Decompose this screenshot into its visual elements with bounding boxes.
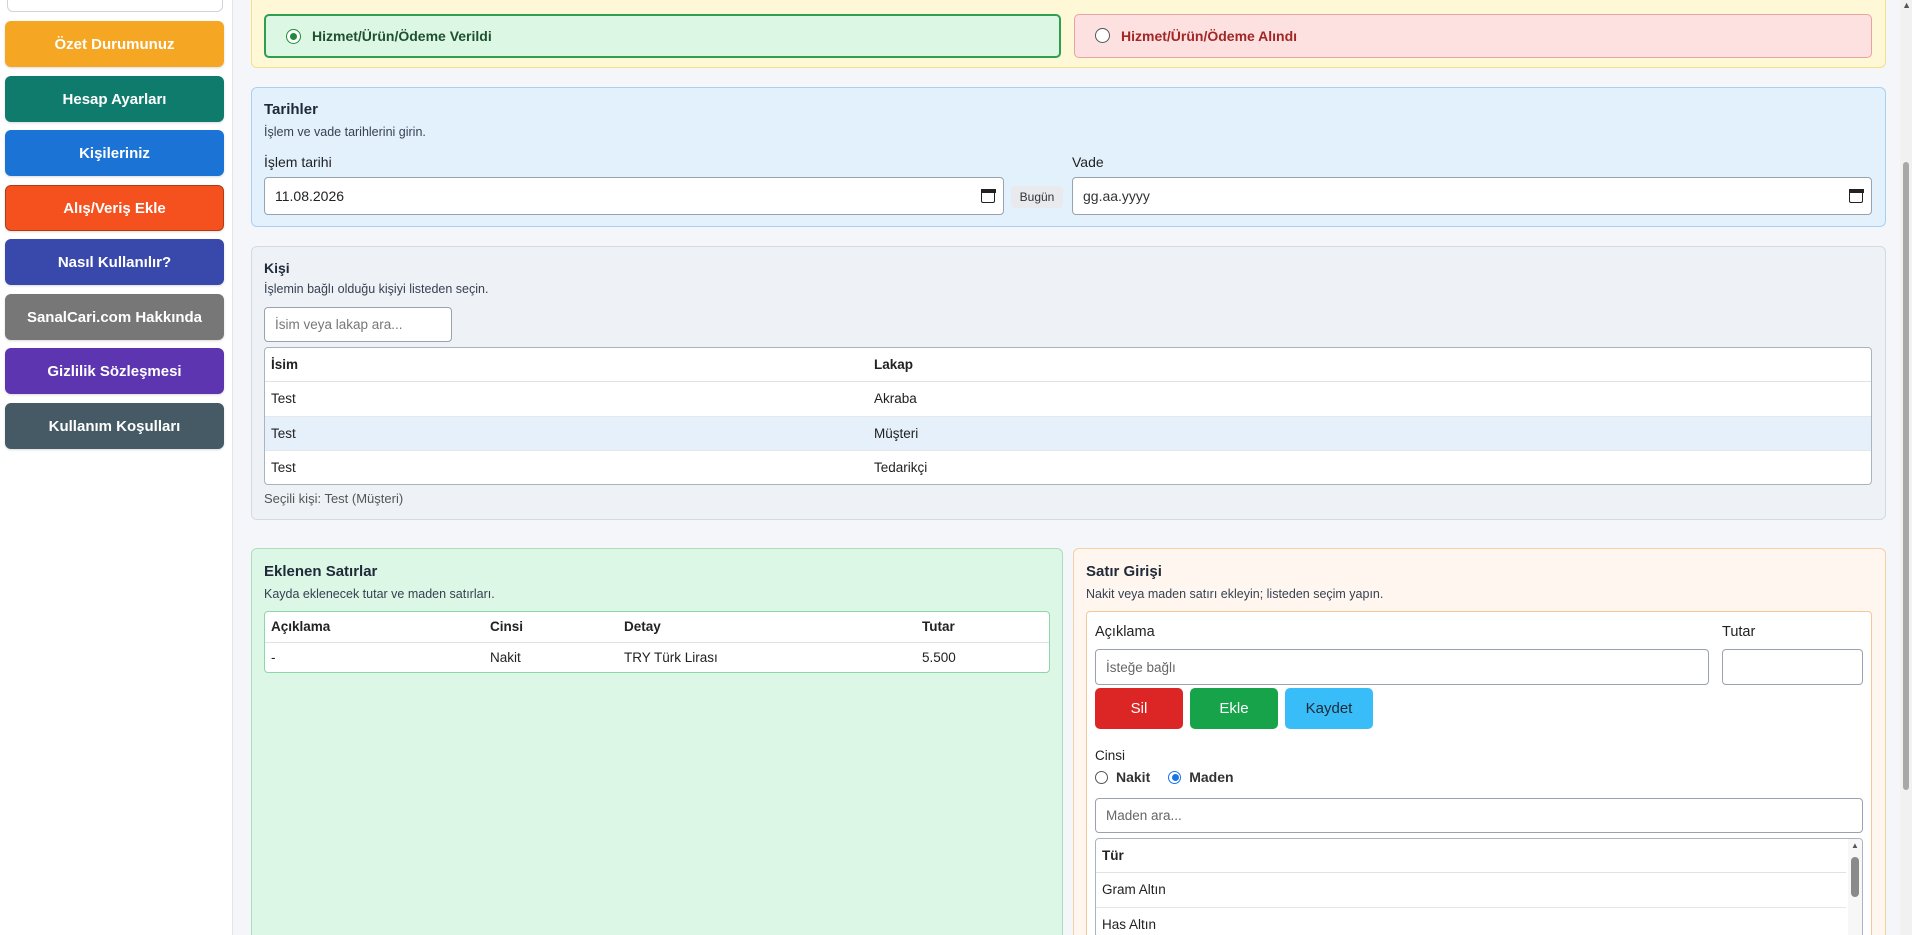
description-placeholder: İsteğe bağlı <box>1106 659 1176 675</box>
cash-label[interactable]: Nakit <box>1116 769 1150 785</box>
metal-search-input[interactable]: Maden ara... <box>1095 798 1863 833</box>
nav-account-settings-button[interactable]: Hesap Ayarları <box>5 76 224 122</box>
description-input[interactable]: İsteğe bağlı <box>1095 649 1709 685</box>
delete-button[interactable]: Sil <box>1095 688 1183 729</box>
dates-subtitle: İşlem ve vade tarihlerini girin. <box>264 125 426 139</box>
add-button[interactable]: Ekle <box>1190 688 1278 729</box>
added-lines-subtitle: Kayda eklenecek tutar ve maden satırları… <box>264 587 495 601</box>
metal-item: Gram Altın <box>1096 872 1846 908</box>
due-date-placeholder: gg.aa.yyyy <box>1083 188 1150 204</box>
page-scroll-thumb[interactable] <box>1903 162 1909 790</box>
nav-privacy-button[interactable]: Gizlilik Sözleşmesi <box>5 348 224 394</box>
column-header-description: Açıklama <box>265 612 484 643</box>
cell-nickname: Müşteri <box>868 416 1871 451</box>
given-option[interactable]: Hizmet/Ürün/Ödeme Verildi <box>264 14 1061 58</box>
added-lines-title: Eklenen Satırlar <box>264 563 378 580</box>
table-row[interactable]: - Nakit TRY Türk Lirası 5.500 <box>265 642 1049 672</box>
table-row-selected[interactable]: Test Müşteri <box>265 416 1871 451</box>
sidebar: Özet Durumunuz Hesap Ayarları Kişilerini… <box>0 0 233 935</box>
kind-options: Nakit Maden <box>1095 769 1234 785</box>
nav-about-button[interactable]: SanalCari.com Hakkında <box>5 294 224 340</box>
sidebar-search-input[interactable] <box>7 0 223 12</box>
column-header-detail: Detay <box>618 612 916 643</box>
transaction-date-value: 11.08.2026 <box>275 188 345 204</box>
table-row[interactable]: Test Tedarikçi <box>265 450 1871 484</box>
dates-title: Tarihler <box>264 101 318 118</box>
metal-list: Tür Gram Altın Has Altın ▲ <box>1095 838 1863 935</box>
cash-radio[interactable] <box>1095 770 1108 784</box>
cell-name: Test <box>265 416 868 451</box>
given-label: Hizmet/Ürün/Ödeme Verildi <box>312 28 492 44</box>
line-entry-subtitle: Nakit veya maden satırı ekleyin; listede… <box>1086 587 1384 601</box>
added-lines-table: Açıklama Cinsi Detay Tutar - Nakit TRY T… <box>264 611 1050 673</box>
line-entry-panel: Satır Girişi Nakit veya maden satırı ekl… <box>1073 548 1886 935</box>
metal-list-scroll-thumb[interactable] <box>1851 857 1859 897</box>
received-option[interactable]: Hizmet/Ürün/Ödeme Alındı <box>1074 14 1872 58</box>
column-header-name[interactable]: İsim <box>265 348 868 382</box>
given-radio[interactable] <box>286 29 301 44</box>
cell-name: Test <box>271 459 296 475</box>
column-header-amount: Tutar <box>916 612 1049 643</box>
person-table: İsim Lakap Test Akraba Test Müşteri Test… <box>264 347 1872 485</box>
line-entry-form: Açıklama İsteğe bağlı Tutar Sil Ekle Kay… <box>1086 611 1872 935</box>
metal-list-scrollbar[interactable]: ▲ <box>1848 839 1862 935</box>
cell-type: Nakit <box>490 649 521 665</box>
received-label: Hizmet/Ürün/Ödeme Alındı <box>1121 28 1298 44</box>
amount-label: Tutar <box>1722 624 1756 640</box>
scroll-up-icon[interactable]: ▲ <box>1851 841 1859 850</box>
metal-radio[interactable] <box>1168 770 1182 784</box>
column-header-nickname[interactable]: Lakap <box>868 348 1871 382</box>
metal-search-placeholder: Maden ara... <box>1106 808 1182 823</box>
cell-description: - <box>271 649 276 665</box>
direction-panel: Hizmet/Ürün/Ödeme Verildi Hizmet/Ürün/Öd… <box>251 0 1886 68</box>
table-row[interactable]: Test Akraba <box>265 381 1871 417</box>
due-date-input[interactable]: gg.aa.yyyy <box>1072 177 1872 215</box>
dates-panel: Tarihler İşlem ve vade tarihlerini girin… <box>251 87 1886 227</box>
nav-terms-button[interactable]: Kullanım Koşulları <box>5 403 224 449</box>
cell-name: Test <box>265 381 868 417</box>
transaction-date-input[interactable]: 11.08.2026 <box>264 177 1004 215</box>
person-search-placeholder: İsim veya lakap ara... <box>275 317 403 332</box>
received-radio[interactable] <box>1095 28 1110 43</box>
selected-person-text: Seçili kişi: Test (Müşteri) <box>264 491 404 506</box>
column-header-metal-type: Tür <box>1096 839 1846 873</box>
cell-nickname: Tedarikçi <box>874 459 928 475</box>
line-entry-title: Satır Girişi <box>1086 563 1162 580</box>
nav-how-to-use-button[interactable]: Nasıl Kullanılır? <box>5 239 224 285</box>
person-panel: Kişi İşlemin bağlı olduğu kişiyi listede… <box>251 246 1886 520</box>
calendar-icon[interactable] <box>980 188 996 203</box>
added-lines-panel: Eklenen Satırlar Kayda eklenecek tutar v… <box>251 548 1063 935</box>
save-button[interactable]: Kaydet <box>1285 688 1373 729</box>
metal-item: Has Altın <box>1096 907 1846 935</box>
description-label: Açıklama <box>1095 624 1155 640</box>
amount-input[interactable] <box>1722 649 1863 685</box>
scroll-up-icon[interactable]: ▲ <box>1902 0 1911 10</box>
nav-summary-button[interactable]: Özet Durumunuz <box>5 21 224 67</box>
today-button[interactable]: Bugün <box>1011 186 1063 208</box>
cell-detail: TRY Türk Lirası <box>624 649 718 665</box>
kind-label: Cinsi <box>1095 748 1126 763</box>
due-date-label: Vade <box>1072 154 1104 170</box>
nav-contacts-button[interactable]: Kişileriniz <box>5 130 224 176</box>
page-scrollbar[interactable]: ▲ <box>1900 0 1912 935</box>
list-item[interactable]: Gram Altın <box>1096 872 1846 908</box>
column-header-type: Cinsi <box>484 612 618 643</box>
transaction-date-label: İşlem tarihi <box>264 154 332 170</box>
calendar-icon[interactable] <box>1848 188 1864 203</box>
person-subtitle: İşlemin bağlı olduğu kişiyi listeden seç… <box>264 282 489 296</box>
nav-add-transaction-button[interactable]: Alış/Veriş Ekle <box>5 185 224 231</box>
person-search-input[interactable]: İsim veya lakap ara... <box>264 307 452 342</box>
metal-label[interactable]: Maden <box>1189 769 1233 785</box>
list-item[interactable]: Has Altın <box>1096 907 1846 935</box>
person-title: Kişi <box>264 260 290 276</box>
cell-nickname: Akraba <box>868 381 1871 417</box>
cell-amount: 5.500 <box>922 649 956 665</box>
